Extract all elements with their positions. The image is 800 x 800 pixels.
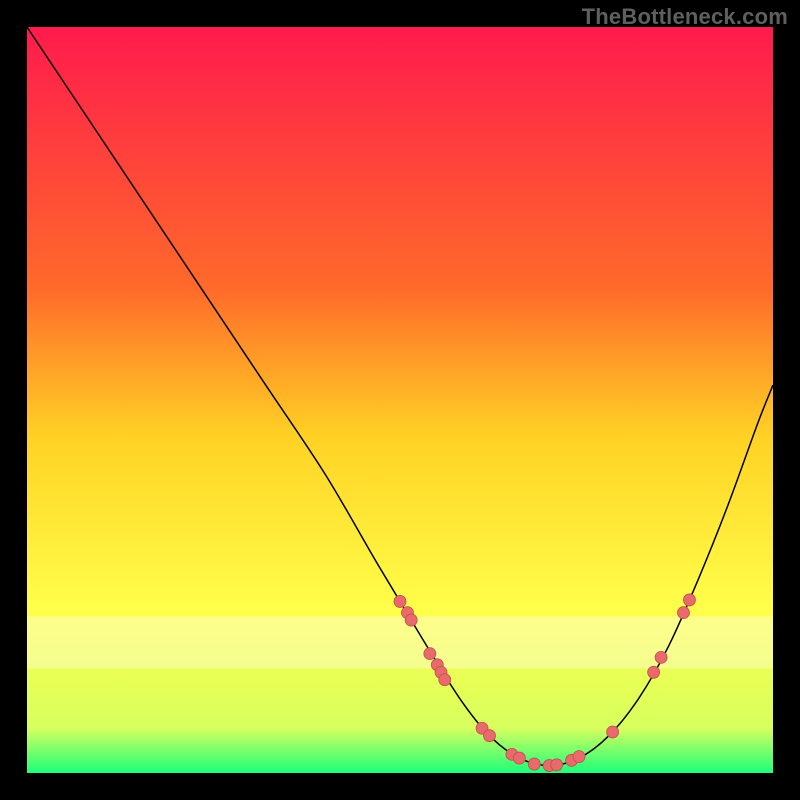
data-marker [513, 752, 525, 764]
chart-frame: TheBottleneck.com [0, 0, 800, 800]
data-marker [677, 607, 689, 619]
data-marker [573, 751, 585, 763]
data-marker [424, 648, 436, 660]
data-marker [484, 730, 496, 742]
data-marker [648, 666, 660, 678]
plot-area [27, 27, 773, 773]
chart-svg [27, 27, 773, 773]
data-marker [655, 651, 667, 663]
data-marker [405, 614, 417, 626]
data-marker [439, 674, 451, 686]
data-marker [607, 726, 619, 738]
data-marker [528, 758, 540, 770]
data-marker [551, 759, 563, 771]
data-marker [394, 595, 406, 607]
data-marker [683, 594, 695, 606]
